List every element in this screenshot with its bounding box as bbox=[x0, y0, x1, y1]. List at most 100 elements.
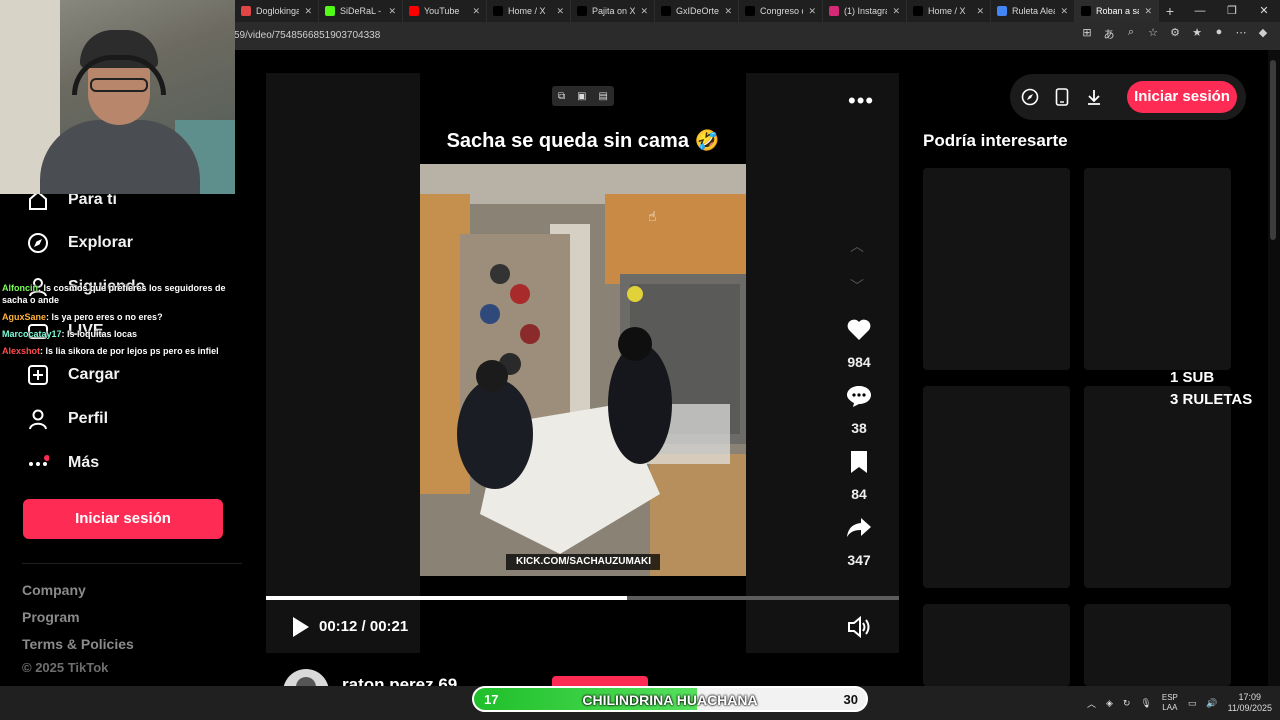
tab-label: Home / X bbox=[928, 6, 966, 16]
tab-close-icon[interactable]: ✕ bbox=[388, 6, 396, 17]
extensions-icon[interactable]: ⚙ bbox=[1168, 26, 1182, 42]
sidebar-item-cargar[interactable]: Cargar bbox=[26, 363, 120, 387]
tab-label: Doglokinga bbox=[256, 6, 300, 16]
tab-close-icon[interactable]: ✕ bbox=[1060, 6, 1068, 17]
comment-bubble-icon[interactable] bbox=[845, 382, 873, 410]
tray-volume-icon[interactable]: 🔊 bbox=[1206, 698, 1217, 709]
sidebar: Para ti Explorar Siguiendo LIVE Cargar P… bbox=[0, 190, 258, 684]
share-count: 347 bbox=[847, 552, 871, 568]
recommended-card[interactable] bbox=[923, 604, 1070, 686]
keyboard-language[interactable]: ESP LAA bbox=[1162, 693, 1178, 713]
recommended-card[interactable] bbox=[923, 168, 1070, 370]
mouse-cursor-icon: ☝ bbox=[648, 208, 657, 224]
tab-strip: Doglokinga ✕ SiDeRaL - W ✕ YouTube ✕ Home / X ✕… bbox=[235, 0, 1159, 22]
tab-label: Ruleta Aleat bbox=[1012, 6, 1055, 16]
pip-icon[interactable]: ⧉ bbox=[558, 91, 565, 102]
footer-link-terms[interactable]: Terms & Policies bbox=[22, 636, 134, 652]
bookmark-icon[interactable] bbox=[845, 448, 873, 476]
share-arrow-icon[interactable] bbox=[845, 514, 873, 542]
translate-icon[interactable]: あ bbox=[1102, 26, 1116, 42]
browser-tab[interactable]: Home / X ✕ bbox=[487, 0, 571, 22]
browser-tab[interactable]: Doglokinga ✕ bbox=[235, 0, 319, 22]
tab-favicon-icon bbox=[241, 6, 251, 16]
favorite-star-icon[interactable]: ☆ bbox=[1146, 26, 1160, 42]
minimize-button[interactable]: — bbox=[1184, 0, 1216, 22]
browser-tab[interactable]: Pajita on X ✕ bbox=[571, 0, 655, 22]
profile-avatar-icon[interactable]: ● bbox=[1212, 26, 1226, 42]
tab-close-icon[interactable]: ✕ bbox=[640, 6, 648, 17]
recommended-card[interactable] bbox=[1084, 604, 1231, 686]
tab-close-icon[interactable]: ✕ bbox=[976, 6, 984, 17]
tab-label: Pajita on X bbox=[592, 6, 636, 16]
sidebar-item-explorar[interactable]: Explorar bbox=[26, 231, 133, 255]
browser-tab[interactable]: GxIDeOrteg ✕ bbox=[655, 0, 739, 22]
browser-menu-icon[interactable]: ⋯ bbox=[1234, 26, 1248, 42]
tab-close-icon[interactable]: ✕ bbox=[556, 6, 564, 17]
tray-display-icon[interactable]: ▭ bbox=[1188, 698, 1197, 709]
browser-tab[interactable]: SiDeRaL - W ✕ bbox=[319, 0, 403, 22]
chat-user: AguxSane bbox=[2, 312, 47, 322]
tray-network-icon[interactable]: ◈ bbox=[1106, 698, 1113, 709]
recommended-title: Podría interesarte bbox=[923, 131, 1068, 150]
play-button[interactable] bbox=[288, 615, 312, 639]
sidebar-item-perfil[interactable]: Perfil bbox=[26, 407, 108, 431]
sidebar-item-label: Perfil bbox=[68, 410, 109, 427]
scrollbar-thumb[interactable] bbox=[1270, 60, 1276, 240]
zoom-icon[interactable]: ⌕ bbox=[1124, 26, 1138, 42]
page-scrollbar[interactable] bbox=[1268, 50, 1280, 686]
more-options-button[interactable]: ••• bbox=[848, 88, 874, 114]
tab-close-icon[interactable]: ✕ bbox=[724, 6, 732, 17]
video-progress-bar[interactable] bbox=[266, 596, 899, 600]
url-field[interactable]: 59/video/7548566851903704338 bbox=[234, 30, 380, 41]
tab-close-icon[interactable]: ✕ bbox=[892, 6, 900, 17]
app-available-icon[interactable]: ⊞ bbox=[1080, 26, 1094, 42]
tab-close-icon[interactable]: ✕ bbox=[808, 6, 816, 17]
volume-icon[interactable] bbox=[846, 615, 872, 639]
recommended-card[interactable] bbox=[1084, 168, 1231, 370]
browser-tab[interactable]: (1) Instagram ✕ bbox=[823, 0, 907, 22]
next-video-chevron-icon[interactable]: ﹀ bbox=[850, 276, 864, 296]
tray-chevron-icon[interactable]: ︿ bbox=[1087, 697, 1096, 710]
cast-icon[interactable]: ▣ bbox=[577, 91, 586, 102]
maximize-button[interactable]: ❐ bbox=[1216, 0, 1248, 22]
captions-icon[interactable]: ▤ bbox=[599, 91, 608, 102]
screen: Doglokinga ✕ SiDeRaL - W ✕ YouTube ✕ Home / X ✕… bbox=[0, 0, 1280, 720]
copilot-icon[interactable]: ◆ bbox=[1256, 26, 1270, 42]
footer-link-program[interactable]: Program bbox=[22, 609, 80, 625]
tab-close-icon[interactable]: ✕ bbox=[304, 6, 312, 17]
video-progress-fill bbox=[266, 596, 627, 600]
tab-close-icon[interactable]: ✕ bbox=[1144, 6, 1152, 17]
browser-tab[interactable]: Home / X ✕ bbox=[907, 0, 991, 22]
browser-tab[interactable]: Congreso d ✕ bbox=[739, 0, 823, 22]
tab-label: Roban a sac bbox=[1096, 6, 1139, 16]
browser-tab[interactable]: Roban a sac ✕ bbox=[1075, 0, 1159, 22]
mobile-device-icon[interactable] bbox=[1051, 86, 1073, 108]
like-heart-icon[interactable] bbox=[845, 316, 873, 344]
browser-tab[interactable]: Ruleta Aleat ✕ bbox=[991, 0, 1075, 22]
favorites-icon[interactable]: ★ bbox=[1190, 26, 1204, 42]
recommended-card[interactable] bbox=[923, 386, 1070, 588]
upload-icon bbox=[26, 363, 50, 387]
sub-note-line1: 1 SUB bbox=[1170, 369, 1215, 386]
previous-video-chevron-icon[interactable]: ︿ bbox=[850, 236, 864, 256]
download-icon[interactable] bbox=[1083, 86, 1105, 108]
taskbar-clock[interactable]: 17:09 11/09/2025 bbox=[1228, 692, 1272, 714]
recommended-card[interactable] bbox=[1084, 386, 1231, 588]
tray-mic-icon[interactable]: 🎙 bbox=[1140, 698, 1151, 709]
footer-link-company[interactable]: Company bbox=[22, 582, 86, 598]
chat-text: : ls ya pero eres o no eres? bbox=[46, 312, 163, 322]
compass-icon[interactable] bbox=[1019, 86, 1041, 108]
tray-app-icon[interactable]: ↻ bbox=[1123, 698, 1131, 709]
sidebar-login-button[interactable]: Iniciar sesión bbox=[23, 499, 223, 539]
system-tray: ︿ ◈ ↻ 🎙 ESP LAA ▭ 🔊 17:09 11/09/2025 bbox=[1087, 686, 1272, 720]
chat-user: Alexshot bbox=[2, 346, 41, 356]
video-content[interactable]: KICK.COM/SACHAUZUMAKI ☝ bbox=[420, 164, 746, 576]
chat-user: Marcocatay17 bbox=[2, 329, 62, 339]
tab-close-icon[interactable]: ✕ bbox=[472, 6, 480, 17]
header-login-button[interactable]: Iniciar sesión bbox=[1127, 81, 1237, 113]
new-tab-button[interactable]: + bbox=[1159, 3, 1181, 19]
sidebar-item-mas[interactable]: Más bbox=[26, 451, 99, 475]
clock-date: 11/09/2025 bbox=[1227, 703, 1272, 713]
browser-tab[interactable]: YouTube ✕ bbox=[403, 0, 487, 22]
close-window-button[interactable]: ✕ bbox=[1248, 0, 1280, 22]
